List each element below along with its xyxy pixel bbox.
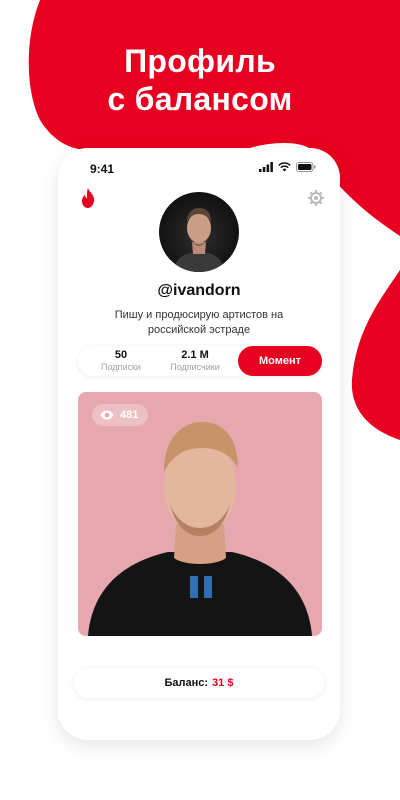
promo-headline: Профиль с балансом [0, 42, 400, 118]
profile-bio: Пишу и продюсирую артистов на российской… [114, 309, 284, 336]
stat-following-value: 50 [114, 349, 128, 361]
status-bar: 9:41 [58, 148, 340, 178]
balance-label: Баланс: [164, 677, 209, 689]
phone-frame: 9:41 @ivandorn Пишу и продюсирую артисто… [58, 148, 340, 740]
stat-followers-label: Подписчики [170, 362, 220, 372]
username: @ivandorn [157, 282, 241, 299]
profile-stats: 50 Подписки 2.1 M Подписчики Момент [78, 346, 322, 376]
flame-icon[interactable] [80, 188, 96, 208]
eye-icon [100, 410, 114, 420]
balance-amount: 31 $ [212, 677, 234, 689]
balance-pill[interactable]: Баланс: 31 $ [74, 668, 324, 698]
status-icons [259, 162, 316, 172]
views-badge: 481 [92, 404, 149, 426]
post-person-image [88, 422, 312, 636]
headline-line-1: Профиль [124, 43, 276, 79]
stat-following[interactable]: 50 Подписки [86, 348, 156, 373]
avatar-person-image [173, 208, 225, 272]
stat-following-label: Подписки [101, 362, 141, 372]
stat-followers-value: 2.1 M [181, 349, 209, 361]
moment-button[interactable]: Момент [238, 346, 322, 376]
headline-line-2: с балансом [107, 81, 293, 117]
battery-icon [296, 162, 316, 172]
avatar[interactable] [159, 192, 239, 272]
signal-icon [259, 162, 273, 172]
stat-followers[interactable]: 2.1 M Подписчики [160, 348, 230, 373]
gear-icon[interactable] [308, 190, 324, 206]
views-count: 481 [120, 409, 139, 421]
status-time: 9:41 [90, 162, 115, 176]
wifi-icon [278, 162, 291, 172]
post-photo[interactable]: 481 [78, 392, 322, 636]
